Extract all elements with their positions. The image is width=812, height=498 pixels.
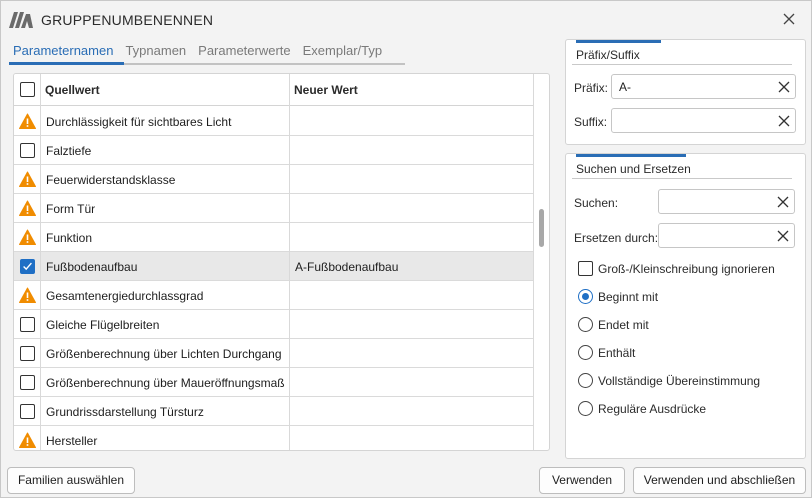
match-mode-label: Vollständige Übereinstimmung bbox=[598, 374, 761, 388]
tab-parameterwerte[interactable]: Parameterwerte bbox=[198, 43, 290, 65]
search-input[interactable] bbox=[658, 189, 795, 214]
row-source-value: Feuerwiderstandsklasse bbox=[46, 173, 176, 187]
row-checkbox[interactable] bbox=[20, 259, 35, 274]
suffix-label: Suffix: bbox=[574, 115, 608, 129]
warning-icon bbox=[19, 113, 36, 129]
search-replace-panel: Suchen und Ersetzen Suchen: Ersetzen dur… bbox=[565, 153, 806, 459]
select-all-checkbox[interactable] bbox=[20, 82, 35, 97]
table-row[interactable]: Form Tür bbox=[14, 194, 534, 223]
replace-label: Ersetzen durch: bbox=[574, 231, 659, 245]
table-row[interactable]: Gesamtenergiedurchlassgrad bbox=[14, 281, 534, 310]
row-source-value: Größenberechnung über Lichten Durchgang bbox=[46, 347, 282, 361]
checkmark-icon bbox=[23, 262, 32, 271]
warning-icon bbox=[19, 432, 36, 448]
clear-suffix-icon[interactable] bbox=[777, 114, 791, 128]
row-source-value: Falztiefe bbox=[46, 144, 92, 158]
column-separator bbox=[289, 74, 290, 450]
clear-search-icon[interactable] bbox=[776, 195, 790, 209]
window-title: GRUPPENUMBENENNEN bbox=[41, 12, 214, 28]
dialog-window: GRUPPENUMBENENNEN Parameternamen Typname… bbox=[0, 0, 812, 498]
prefix-value: A- bbox=[619, 80, 631, 94]
parameter-grid: Quellwert Neuer Wert Durchlässigkeit für… bbox=[13, 73, 550, 451]
match-mode-label: Enthält bbox=[598, 346, 636, 360]
clear-prefix-icon[interactable] bbox=[777, 80, 791, 94]
table-row[interactable]: Feuerwiderstandsklasse bbox=[14, 165, 534, 194]
warning-icon bbox=[19, 171, 36, 187]
row-new-value[interactable]: A-Fußbodenaufbau bbox=[295, 260, 398, 274]
match-mode-label: Reguläre Ausdrücke bbox=[598, 402, 707, 416]
prefix-input[interactable]: A- bbox=[611, 74, 796, 99]
search-label: Suchen: bbox=[574, 196, 619, 210]
titlebar: GRUPPENUMBENENNEN bbox=[1, 1, 811, 37]
row-source-value: Durchlässigkeit für sichtbares Licht bbox=[46, 115, 232, 129]
radio-button[interactable] bbox=[578, 289, 593, 304]
table-row[interactable]: Gleiche Flügelbreiten bbox=[14, 310, 534, 339]
grid-scrollbar-thumb[interactable] bbox=[539, 209, 544, 247]
tab-typnamen[interactable]: Typnamen bbox=[125, 43, 186, 65]
row-source-value: Hersteller bbox=[46, 434, 98, 448]
row-source-value: Gleiche Flügelbreiten bbox=[46, 318, 160, 332]
table-row[interactable]: Funktion bbox=[14, 223, 534, 252]
row-source-value: Fußbodenaufbau bbox=[46, 260, 138, 274]
column-header-new-value[interactable]: Neuer Wert bbox=[294, 83, 358, 97]
tab-exemplar-typ[interactable]: Exemplar/Typ bbox=[303, 43, 382, 65]
prefix-suffix-title: Präfix/Suffix bbox=[576, 48, 640, 62]
table-row[interactable]: Fußbodenaufbau A-Fußbodenaufbau bbox=[14, 252, 534, 281]
panel-accent bbox=[576, 40, 661, 43]
match-mode-label: Beginnt mit bbox=[598, 290, 659, 304]
row-source-value: Funktion bbox=[46, 231, 93, 245]
table-row[interactable]: Größenberechnung über Lichten Durchgang bbox=[14, 339, 534, 368]
table-row[interactable]: Grundrissdarstellung Türsturz bbox=[14, 397, 534, 426]
close-icon[interactable] bbox=[777, 7, 801, 31]
warning-icon bbox=[19, 200, 36, 216]
radio-button[interactable] bbox=[578, 373, 593, 388]
apply-button[interactable]: Verwenden bbox=[539, 467, 625, 494]
warning-icon bbox=[19, 287, 36, 303]
panel-divider bbox=[572, 178, 792, 179]
match-mode-label: Endet mit bbox=[598, 318, 649, 332]
radio-button[interactable] bbox=[578, 317, 593, 332]
grid-header: Quellwert Neuer Wert bbox=[14, 74, 534, 106]
row-source-value: Gesamtenergiedurchlassgrad bbox=[46, 289, 204, 303]
column-separator bbox=[40, 74, 41, 450]
suffix-input[interactable] bbox=[611, 108, 796, 133]
tab-active-indicator bbox=[9, 62, 124, 65]
column-header-source[interactable]: Quellwert bbox=[45, 83, 100, 97]
panel-accent bbox=[576, 154, 686, 157]
row-checkbox[interactable] bbox=[20, 375, 35, 390]
prefix-label: Präfix: bbox=[574, 81, 609, 95]
row-checkbox[interactable] bbox=[20, 143, 35, 158]
replace-input[interactable] bbox=[658, 223, 795, 248]
table-row[interactable]: Falztiefe bbox=[14, 136, 534, 165]
column-separator bbox=[533, 74, 534, 450]
table-row[interactable]: Durchlässigkeit für sichtbares Licht bbox=[14, 107, 534, 136]
warning-icon bbox=[19, 229, 36, 245]
row-checkbox[interactable] bbox=[20, 404, 35, 419]
app-logo-icon bbox=[9, 12, 33, 28]
row-checkbox[interactable] bbox=[20, 346, 35, 361]
ignore-case-checkbox[interactable] bbox=[578, 261, 593, 276]
radio-button[interactable] bbox=[578, 401, 593, 416]
apply-and-close-button[interactable]: Verwenden und abschließen bbox=[633, 467, 806, 494]
row-source-value: Größenberechnung über Maueröffnungsmaß bbox=[46, 376, 285, 390]
row-checkbox[interactable] bbox=[20, 317, 35, 332]
table-row[interactable]: Größenberechnung über Maueröffnungsmaß bbox=[14, 368, 534, 397]
clear-replace-icon[interactable] bbox=[776, 229, 790, 243]
row-source-value: Form Tür bbox=[46, 202, 96, 216]
prefix-suffix-panel: Präfix/Suffix Präfix: A- Suffix: bbox=[565, 39, 806, 145]
table-row[interactable]: Hersteller bbox=[14, 426, 534, 450]
row-source-value: Grundrissdarstellung Türsturz bbox=[46, 405, 204, 419]
panel-divider bbox=[572, 64, 792, 65]
radio-button[interactable] bbox=[578, 345, 593, 360]
ignore-case-label: Groß-/Kleinschreibung ignorieren bbox=[598, 262, 775, 276]
select-families-button[interactable]: Familien auswählen bbox=[7, 467, 135, 494]
search-replace-title: Suchen und Ersetzen bbox=[576, 162, 691, 176]
